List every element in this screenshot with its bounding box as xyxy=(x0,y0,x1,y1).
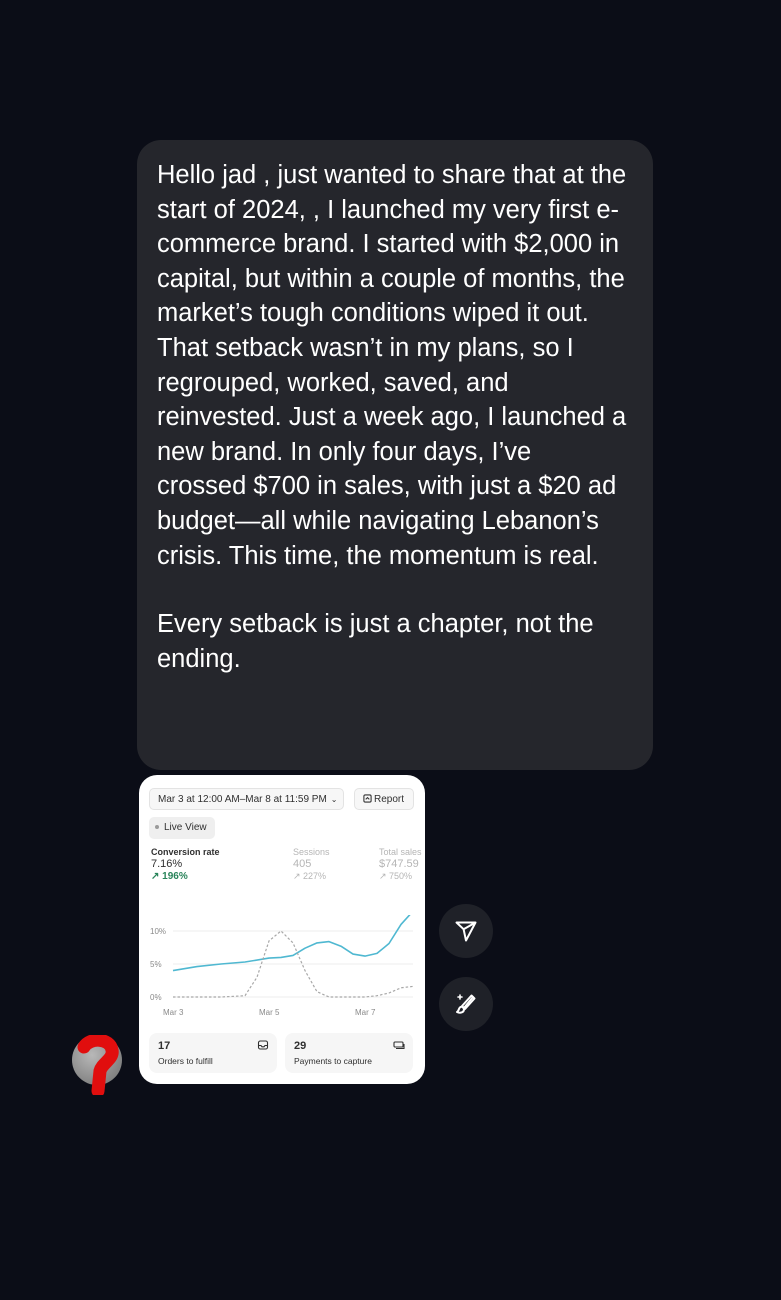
metric-value: 405 xyxy=(293,858,312,870)
report-label: Report xyxy=(374,794,405,805)
x-tick-label: Mar 5 xyxy=(259,1008,280,1017)
metric-value: $747.59 xyxy=(379,858,419,870)
live-dot-icon xyxy=(155,825,159,830)
metric-label: Conversion rate xyxy=(151,847,220,857)
metric-change: ↗ 196% xyxy=(151,871,188,882)
y-tick-label: 0% xyxy=(150,993,162,1002)
y-tick-label: 10% xyxy=(150,927,166,936)
red-scribble-mark xyxy=(77,1035,119,1095)
message-paragraph-2: Every setback is just a chapter, not the… xyxy=(157,610,594,673)
metric-total-sales: Total sales $747.59 ↗ 750% xyxy=(379,847,422,882)
cash-icon xyxy=(393,1041,405,1050)
conversion-chart: 10% 5% 0%Mar 3 Mar 5 Mar 7 xyxy=(150,915,414,1017)
message-paragraph-1: Hello jad , just wanted to share that at… xyxy=(157,161,627,570)
payments-label: Payments to capture xyxy=(294,1056,372,1066)
x-tick-label: Mar 3 xyxy=(163,1008,184,1017)
metric-change: ↗ 227% xyxy=(293,871,327,881)
live-view-label: Live View xyxy=(164,822,207,833)
orders-to-fulfill-card: 17 Orders to fulfill xyxy=(149,1033,277,1073)
x-tick-label: Mar 7 xyxy=(355,1008,376,1017)
report-icon xyxy=(363,794,372,803)
payments-to-capture-card: 29 Payments to capture xyxy=(285,1033,413,1073)
orders-count: 17 xyxy=(158,1040,171,1052)
edit-button[interactable] xyxy=(439,977,493,1031)
avatar[interactable] xyxy=(72,1035,122,1095)
metric-change: ↗ 750% xyxy=(379,871,413,881)
send-icon xyxy=(455,921,477,942)
message-bubble: Hello jad , just wanted to share that at… xyxy=(137,140,653,770)
metric-value: 7.16% xyxy=(151,858,183,870)
live-view-button: Live View xyxy=(149,817,215,839)
metric-conversion-rate: Conversion rate 7.16% ↗ 196% xyxy=(151,847,220,882)
dashboard-screenshot[interactable]: Mar 3 at 12:00 AM–Mar 8 at 11:59 PM ⌄ Rep… xyxy=(139,775,425,1084)
date-range-selector: Mar 3 at 12:00 AM–Mar 8 at 11:59 PM ⌄ xyxy=(149,788,344,810)
inbox-icon xyxy=(257,1040,269,1050)
orders-label: Orders to fulfill xyxy=(158,1056,213,1066)
metric-label: Sessions xyxy=(293,847,330,857)
magic-brush-icon xyxy=(456,994,476,1014)
metric-sessions: Sessions 405 ↗ 227% xyxy=(293,847,330,882)
date-range-label: Mar 3 at 12:00 AM–Mar 8 at 11:59 PM xyxy=(158,794,327,805)
payments-count: 29 xyxy=(294,1040,307,1052)
chevron-down-icon: ⌄ xyxy=(330,795,338,804)
y-tick-label: 5% xyxy=(150,960,162,969)
share-button[interactable] xyxy=(439,904,493,958)
report-button: Report xyxy=(354,788,414,810)
series-line-current xyxy=(172,915,411,972)
metric-label: Total sales xyxy=(379,847,422,857)
